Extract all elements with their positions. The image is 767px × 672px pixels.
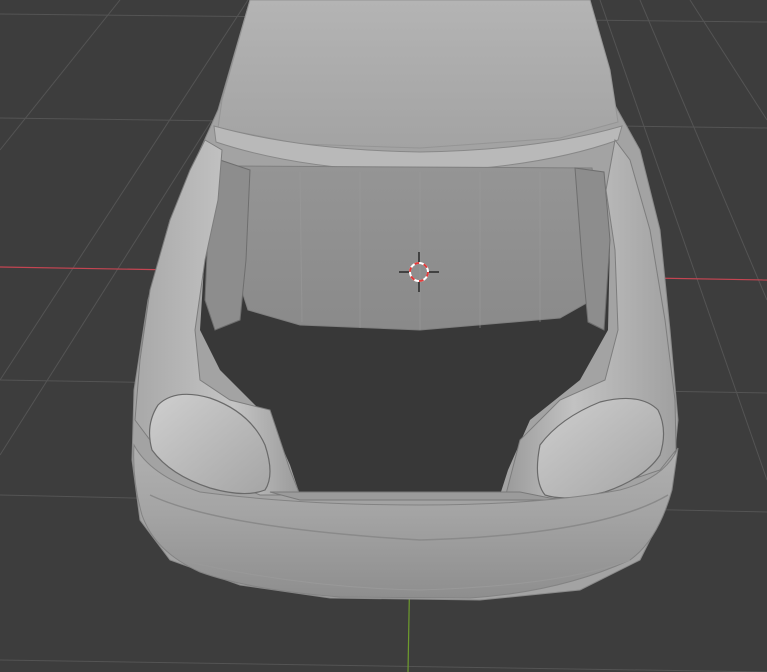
3d-viewport[interactable]: [0, 0, 767, 672]
interior-back-wall: [231, 165, 601, 331]
viewport-canvas[interactable]: [0, 0, 767, 672]
hood-front-edge: [269, 491, 561, 501]
car-roof[interactable]: [217, 0, 619, 149]
